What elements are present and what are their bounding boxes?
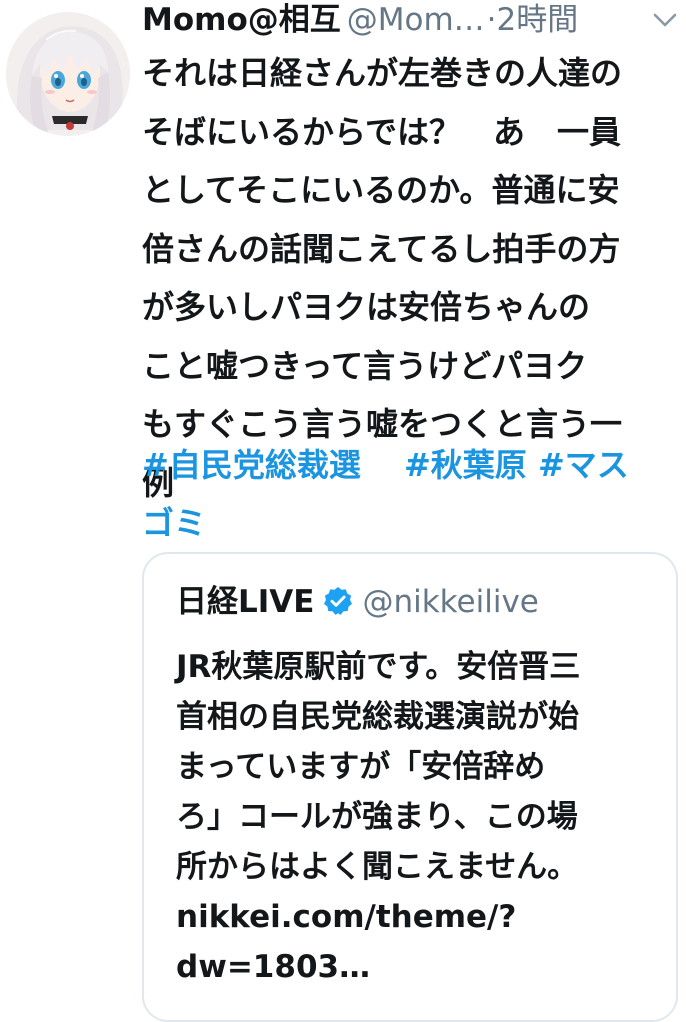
- quoted-link-line[interactable]: dw=1803…: [176, 942, 666, 992]
- tweet-text-line: それは日経さんが左巻きの人達の: [142, 54, 623, 92]
- tweet-text-line: 倍さんの話聞こえてるし拍手の方: [142, 229, 621, 268]
- timestamp[interactable]: 2時間: [497, 2, 579, 38]
- tweet[interactable]: Momo@相互 @Mom…·2時間 それは日経さんが左巻きの人達の そばにいるからで…: [0, 0, 686, 1022]
- author-handle[interactable]: @Mom…: [347, 2, 485, 38]
- avatar-image: [6, 12, 130, 136]
- quoted-text-line: 所からはよく聞こえません。: [176, 849, 579, 885]
- quoted-tweet-text: JR秋葉原駅前です。安倍晋三 首相の自民党総裁選演説が始 まっていますが「安倍辞めろ…: [176, 642, 666, 992]
- separator-dot: ·: [486, 2, 497, 38]
- quoted-author-handle: @nikkeilive: [362, 584, 539, 620]
- quoted-tweet-header: 日経LIVE @nikkeilive: [176, 574, 539, 630]
- tweet-text-line: としてそこにいるのか。普通に安: [142, 171, 620, 209]
- quoted-author-name: 日経LIVE: [176, 584, 315, 620]
- quoted-tweet-card[interactable]: 日経LIVE @nikkeilive JR秋葉原駅前です。安倍晋三 首相の自民党総裁…: [142, 552, 678, 1022]
- tweet-header: Momo@相互 @Mom…·2時間: [142, 0, 686, 40]
- tweet-text-line: こと嘘つきって言うけどパヨク: [142, 346, 588, 385]
- hashtag-link[interactable]: #秋葉原: [404, 446, 527, 484]
- chevron-down-icon[interactable]: [652, 10, 678, 30]
- author-name[interactable]: Momo@相互: [142, 2, 341, 38]
- quoted-text-line: まっていますが「安倍辞め: [176, 749, 546, 785]
- tweet-text-line: が多いしパヨクは安倍ちゃんの: [142, 288, 591, 326]
- hashtag-link[interactable]: #自民党総裁選: [142, 446, 361, 484]
- quoted-text-line: ろ」コールが強まり、この場: [176, 799, 578, 835]
- quoted-text-line: JR秋葉原駅前です。安倍晋三: [176, 649, 581, 685]
- verified-badge-icon: [324, 586, 353, 615]
- avatar[interactable]: [6, 12, 130, 136]
- hashtags: #自民党総裁選 #秋葉原 #マスゴミ: [142, 436, 652, 552]
- quoted-text-line: 首相の自民党総裁選演説が始: [176, 699, 579, 735]
- quoted-link-line[interactable]: nikkei.com/theme/?: [176, 892, 666, 942]
- tweet-text-line: そばにいるからでは？ あ 一員: [142, 112, 622, 151]
